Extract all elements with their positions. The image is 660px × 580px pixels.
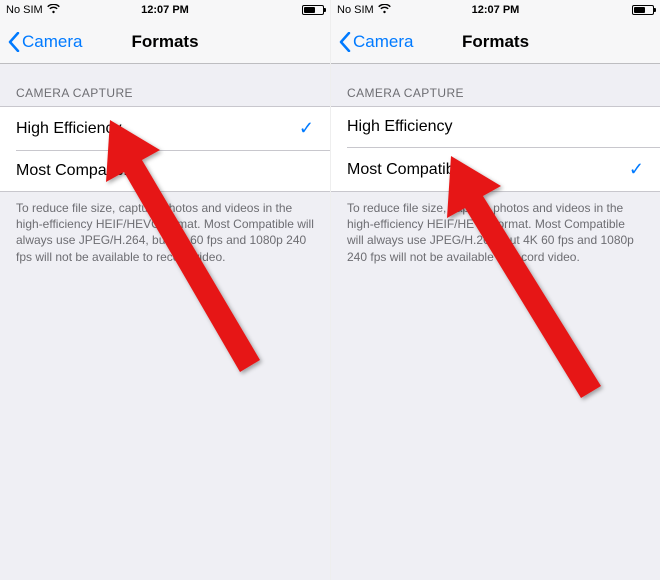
page-title: Formats (0, 32, 330, 52)
status-bar: No SIM 12:07 PM (0, 0, 330, 20)
wifi-icon (378, 4, 391, 17)
wifi-icon (47, 4, 60, 17)
option-high-efficiency[interactable]: High Efficiency ✓ (0, 107, 330, 150)
checkmark-icon: ✓ (626, 159, 644, 180)
carrier-label: No SIM (337, 4, 374, 16)
carrier-label: No SIM (6, 4, 43, 16)
option-label: High Efficiency (347, 118, 453, 136)
screen-left: No SIM 12:07 PM Camera Formats CAMERA CA… (0, 0, 330, 580)
page-title: Formats (331, 32, 660, 52)
screen-right: No SIM 12:07 PM Camera Formats CAMERA CA… (330, 0, 660, 580)
option-high-efficiency[interactable]: High Efficiency (331, 107, 660, 147)
section-header-camera-capture: CAMERA CAPTURE (331, 64, 660, 106)
section-footer-text: To reduce file size, capture photos and … (0, 192, 330, 273)
option-label: High Efficiency (16, 120, 122, 138)
battery-icon (632, 5, 654, 15)
clock-label: 12:07 PM (443, 4, 549, 16)
options-group: High Efficiency ✓ Most Compatible (0, 106, 330, 192)
checkmark-icon: ✓ (296, 118, 314, 139)
options-group: High Efficiency Most Compatible ✓ (331, 106, 660, 192)
section-header-camera-capture: CAMERA CAPTURE (0, 64, 330, 106)
navigation-bar: Camera Formats (0, 20, 330, 64)
battery-icon (302, 5, 324, 15)
navigation-bar: Camera Formats (331, 20, 660, 64)
option-most-compatible[interactable]: Most Compatible ✓ (347, 147, 660, 191)
section-footer-text: To reduce file size, capture photos and … (331, 192, 660, 273)
status-bar: No SIM 12:07 PM (331, 0, 660, 20)
option-most-compatible[interactable]: Most Compatible (16, 150, 330, 191)
clock-label: 12:07 PM (112, 4, 218, 16)
option-label: Most Compatible (347, 161, 467, 179)
option-label: Most Compatible (16, 162, 136, 180)
